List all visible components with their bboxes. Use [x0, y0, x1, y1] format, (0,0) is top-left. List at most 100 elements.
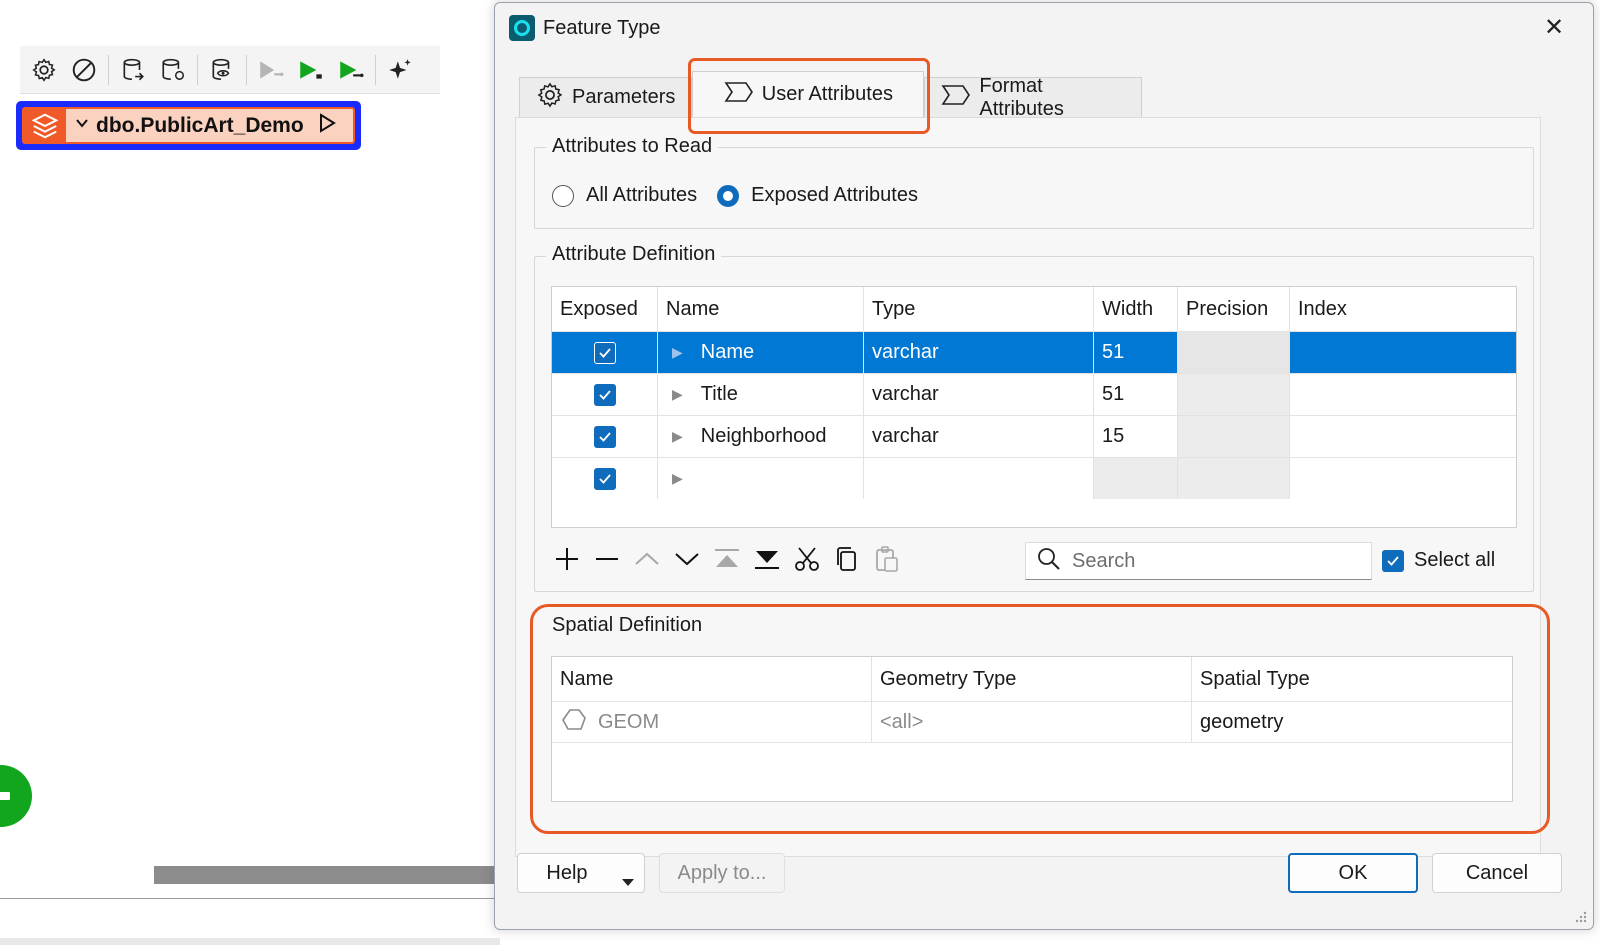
- table-row[interactable]: GEOM <all> geometry: [552, 701, 1512, 743]
- col-precision[interactable]: Precision: [1178, 287, 1290, 331]
- col-width[interactable]: Width: [1094, 287, 1178, 331]
- cancel-button[interactable]: Cancel: [1432, 853, 1562, 893]
- close-icon[interactable]: ✕: [1541, 15, 1567, 41]
- attr-precision: [1178, 374, 1290, 415]
- search-placeholder: Search: [1072, 549, 1136, 572]
- exposed-checkbox[interactable]: [593, 383, 616, 406]
- attr-index[interactable]: [1290, 374, 1516, 415]
- run-to-icon[interactable]: [253, 52, 289, 88]
- col-name[interactable]: Name: [658, 287, 864, 331]
- table-row[interactable]: ▶ Title varchar 51: [552, 373, 1516, 415]
- spatial-name: GEOM: [598, 710, 660, 733]
- paste-icon[interactable]: [868, 540, 906, 578]
- attr-type[interactable]: varchar: [864, 416, 1094, 457]
- feature-type-node[interactable]: dbo.PublicArt_Demo: [16, 101, 361, 150]
- dialog-title: Feature Type: [543, 16, 661, 39]
- col-index[interactable]: Index: [1290, 287, 1516, 331]
- spatial-table: Name Geometry Type Spatial Type GEOM <al…: [551, 656, 1513, 802]
- disable-icon[interactable]: [66, 52, 102, 88]
- sparkle-icon[interactable]: [382, 52, 418, 88]
- cut-icon[interactable]: [788, 540, 826, 578]
- attr-name[interactable]: Title: [701, 383, 738, 406]
- settings-gear-icon[interactable]: [26, 52, 62, 88]
- copy-icon[interactable]: [828, 540, 866, 578]
- attr-name[interactable]: Neighborhood: [701, 425, 827, 448]
- expand-triangle-icon[interactable]: ▶: [672, 386, 683, 403]
- attr-width[interactable]: [1094, 458, 1178, 499]
- spatial-geometry-type: <all>: [872, 702, 1192, 742]
- table-row[interactable]: ▶: [552, 457, 1516, 499]
- dialog-titlebar: Feature Type ✕: [495, 3, 1593, 53]
- attr-width[interactable]: 51: [1094, 332, 1178, 373]
- resize-grip-icon[interactable]: [1573, 909, 1587, 923]
- tab-user-attributes[interactable]: User Attributes: [692, 71, 925, 117]
- col-type[interactable]: Type: [864, 287, 1094, 331]
- attr-precision: [1178, 458, 1290, 499]
- chevron-down-icon[interactable]: [74, 115, 90, 136]
- attr-index[interactable]: [1290, 458, 1516, 499]
- help-button[interactable]: Help: [517, 853, 645, 893]
- attr-width[interactable]: 15: [1094, 416, 1178, 457]
- attr-width[interactable]: 51: [1094, 374, 1178, 415]
- col-spatial-type[interactable]: Spatial Type: [1192, 657, 1512, 701]
- play-outline-icon[interactable]: [318, 113, 336, 138]
- run-from-icon[interactable]: [333, 52, 369, 88]
- move-to-bottom-icon[interactable]: [748, 540, 786, 578]
- attribute-table-tools: [548, 540, 908, 578]
- attr-type[interactable]: varchar: [864, 332, 1094, 373]
- attr-index[interactable]: [1290, 416, 1516, 457]
- tab-parameters[interactable]: Parameters: [519, 77, 693, 117]
- ok-button[interactable]: OK: [1288, 853, 1418, 893]
- radio-all-attributes[interactable]: [552, 184, 574, 207]
- attr-index[interactable]: [1290, 332, 1516, 373]
- add-icon[interactable]: [548, 540, 586, 578]
- exposed-checkbox[interactable]: [593, 425, 616, 448]
- tab-format-attributes[interactable]: Format Attributes: [924, 75, 1143, 120]
- geometry-polygon-icon: [560, 706, 588, 738]
- col-spatial-name[interactable]: Name: [552, 657, 872, 701]
- move-up-icon[interactable]: [628, 540, 666, 578]
- run-node-circle[interactable]: [0, 765, 32, 827]
- exposed-checkbox[interactable]: [593, 467, 616, 490]
- layers-icon: [24, 109, 66, 142]
- node-label: dbo.PublicArt_Demo: [96, 113, 304, 137]
- attr-precision: [1178, 332, 1290, 373]
- database-settings-icon[interactable]: [155, 52, 191, 88]
- radio-exposed-attributes[interactable]: [717, 184, 740, 207]
- col-geometry-type[interactable]: Geometry Type: [872, 657, 1192, 701]
- exposed-checkbox[interactable]: [593, 341, 616, 364]
- select-all-label[interactable]: Select all: [1414, 549, 1495, 572]
- select-all-checkbox[interactable]: Select all: [1382, 549, 1495, 572]
- attribute-table-header: Exposed Name Type Width Precision Index: [552, 287, 1516, 331]
- attr-name[interactable]: Name: [701, 341, 754, 364]
- attribute-chevron-icon: [941, 83, 979, 113]
- app-logo-icon: [509, 15, 535, 41]
- table-row[interactable]: ▶ Neighborhood varchar 15: [552, 415, 1516, 457]
- database-view-icon[interactable]: [204, 52, 240, 88]
- tab-parameters-label: Parameters: [572, 86, 676, 108]
- dropdown-arrow-icon[interactable]: [622, 870, 634, 893]
- expand-triangle-icon[interactable]: ▶: [672, 344, 683, 361]
- divider: [0, 898, 500, 899]
- database-arrow-icon[interactable]: [115, 52, 151, 88]
- search-icon: [1036, 546, 1062, 577]
- horizontal-scrollbar[interactable]: [154, 866, 494, 884]
- move-down-icon[interactable]: [668, 540, 706, 578]
- move-to-top-icon[interactable]: [708, 540, 746, 578]
- table-row[interactable]: ▶ Name varchar 51: [552, 331, 1516, 373]
- radio-all-attributes-label[interactable]: All Attributes: [586, 184, 697, 207]
- apply-to-button[interactable]: Apply to...: [659, 853, 785, 893]
- spatial-type-value[interactable]: geometry: [1192, 702, 1512, 742]
- col-exposed[interactable]: Exposed: [552, 287, 658, 331]
- attr-type[interactable]: [864, 458, 1094, 499]
- select-all-check-icon[interactable]: [1382, 549, 1404, 572]
- attribute-definition-title: Attribute Definition: [546, 243, 722, 266]
- attribute-search-input[interactable]: Search: [1025, 542, 1372, 580]
- expand-triangle-icon[interactable]: ▶: [672, 428, 683, 445]
- remove-icon[interactable]: [588, 540, 626, 578]
- radio-exposed-attributes-label[interactable]: Exposed Attributes: [751, 184, 918, 207]
- expand-triangle-icon[interactable]: ▶: [672, 470, 683, 487]
- attr-type[interactable]: varchar: [864, 374, 1094, 415]
- run-icon[interactable]: [293, 52, 329, 88]
- attr-precision: [1178, 416, 1290, 457]
